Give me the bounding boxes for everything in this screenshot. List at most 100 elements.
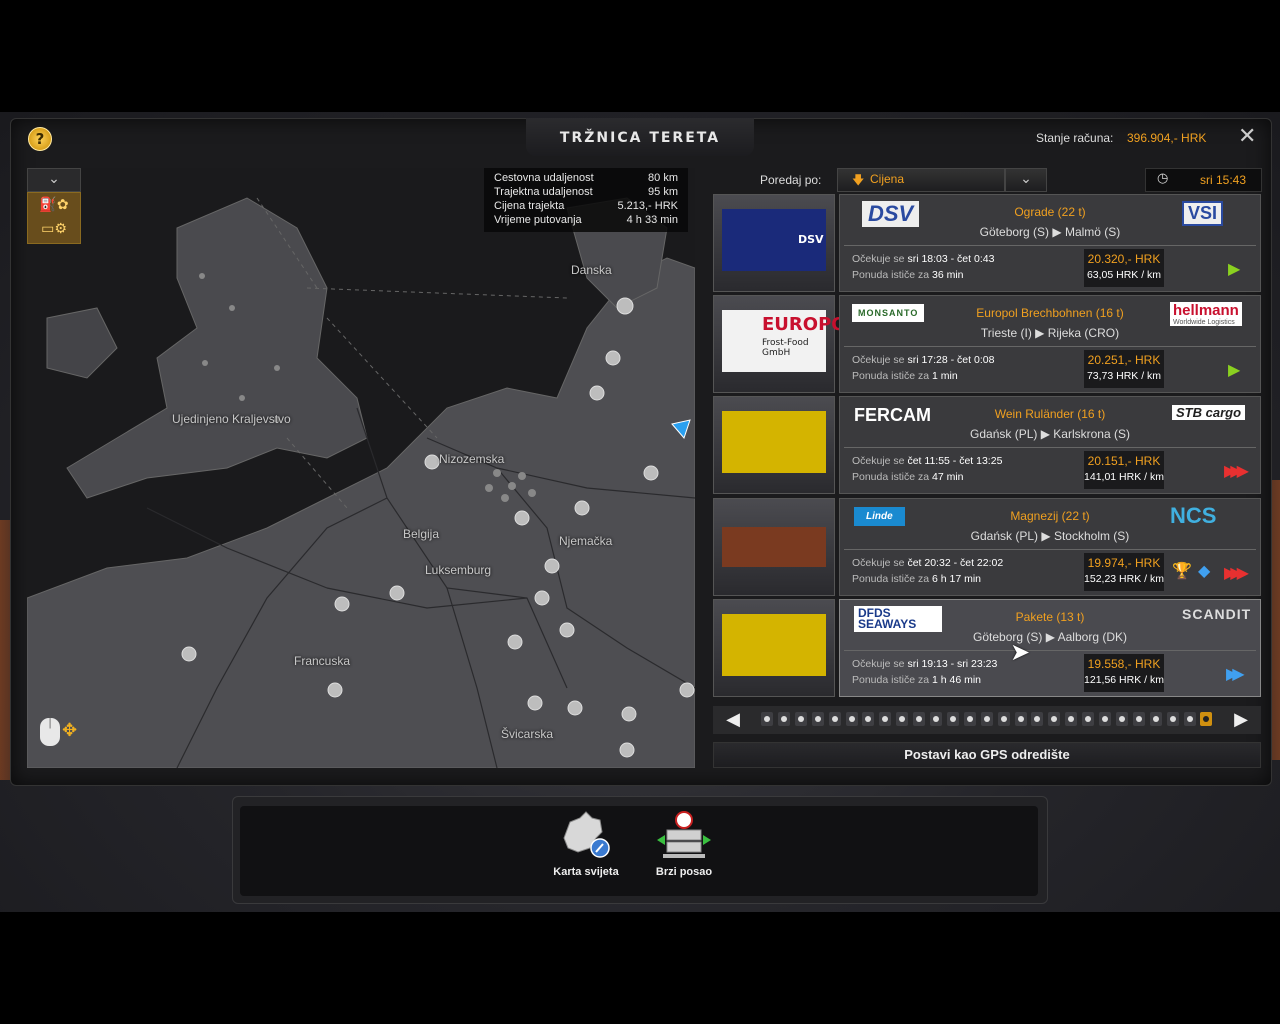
pager-prev-icon[interactable]: ◀ — [713, 706, 753, 734]
job-offer-2[interactable]: EUROPOL Frost-Food GmbH MONSANTO hellman… — [713, 295, 1261, 393]
offer-label: Ponuda ističe za — [852, 370, 930, 382]
pager-dot[interactable] — [1200, 712, 1213, 726]
trailer-image — [713, 599, 835, 697]
world-map-button[interactable] — [556, 808, 616, 860]
pager-dot[interactable] — [811, 712, 824, 726]
offer-value: 47 min — [931, 471, 964, 483]
offer-expiry: Ponuda ističe za 1 h 46 min — [852, 674, 981, 686]
ferry-price-label: Cijena trajekta — [494, 200, 565, 212]
recipient-logo: SCANDIT — [1182, 606, 1252, 622]
balance-label: Stanje računa: — [1036, 131, 1114, 145]
route-to: Malmö (S) — [1064, 225, 1121, 239]
quick-job-icon — [657, 811, 711, 858]
job-card[interactable]: MONSANTO hellmann Worldwide Logistics Eur… — [839, 295, 1261, 393]
pager-dot[interactable] — [946, 712, 959, 726]
expected-value: čet 20:32 - čet 22:02 — [907, 557, 1004, 569]
recipient-name: hellmann — [1173, 302, 1239, 319]
cargo-name: Wein Ruländer (16 t) — [994, 407, 1106, 421]
road-distance-value: 80 km — [648, 172, 678, 184]
close-icon[interactable]: ✕ — [1238, 126, 1256, 148]
route-from: Göteborg (S) — [979, 225, 1050, 239]
sort-label: Poredaj po: — [760, 173, 822, 187]
expected-label: Očekuje se — [852, 354, 905, 366]
pager-dot[interactable] — [761, 712, 773, 726]
recipient-sub: Worldwide Logistics — [1173, 319, 1235, 326]
pager-dot[interactable] — [1132, 712, 1145, 726]
pager-dot[interactable] — [930, 712, 942, 726]
pager-dot[interactable] — [997, 712, 1010, 726]
job-offer-1[interactable]: DSV DSV VSI Ograde (22 t) Göteborg (S) ▶… — [713, 194, 1261, 292]
pager-dot[interactable] — [879, 712, 892, 726]
chevron-down-icon: ⌄ — [48, 171, 60, 187]
trailer-sub: Frost-Food GmbH — [762, 338, 809, 358]
ferry-distance-label: Trajektna udaljenost — [494, 186, 593, 198]
job-card-selected[interactable]: DFDS SEAWAYS SCANDIT Pakete (13 t) Göteb… — [839, 599, 1261, 697]
expected-time: Očekuje se sri 19:13 - sri 23:23 — [852, 658, 997, 670]
offer-expiry: Ponuda ističe za 6 h 17 min — [852, 573, 981, 585]
world-map-icon — [563, 811, 610, 858]
job-offer-5[interactable]: DFDS SEAWAYS SCANDIT Pakete (13 t) Göteb… — [713, 599, 1261, 697]
price-per-km: 141,01 HRK / km — [1084, 471, 1164, 483]
mouse-cursor-icon: ➤ — [1010, 638, 1031, 666]
job-card[interactable]: FERCAM STB cargo Wein Ruländer (16 t) Gd… — [839, 396, 1261, 494]
urgency-blue-arrow-icon: ▶▶ — [1226, 664, 1244, 683]
quick-job-button[interactable] — [655, 810, 713, 860]
pager-dot[interactable] — [862, 712, 875, 726]
trailer-body — [722, 614, 826, 676]
job-offer-4[interactable]: Linde NCS Magnezij (22 t) Gdańsk (PL) ▶ … — [713, 498, 1261, 596]
job-offer-3[interactable]: FERCAM STB cargo Wein Ruländer (16 t) Gd… — [713, 396, 1261, 494]
company-logo: Linde — [854, 507, 905, 526]
trailer-body — [722, 411, 826, 473]
map-filter-button[interactable]: ⛽✿ ▭⚙ — [27, 192, 81, 244]
expected-time: Očekuje se sri 17:28 - čet 0:08 — [852, 354, 994, 366]
page-title: TRŽNICA TERETA — [559, 130, 721, 146]
pager-dot[interactable] — [913, 712, 926, 726]
pager-dot[interactable] — [1183, 712, 1196, 726]
price: 20.251,- HRK — [1087, 353, 1161, 367]
offer-value: 6 h 17 min — [931, 573, 982, 585]
pager-dot[interactable] — [1048, 712, 1061, 726]
offer-expiry: Ponuda ističe za 1 min — [852, 370, 958, 382]
pager-dot[interactable] — [1099, 712, 1111, 726]
pager-dot[interactable] — [777, 712, 790, 726]
route-from: Gdańsk (PL) — [970, 529, 1039, 543]
trailer-image — [713, 396, 835, 494]
pager-dot[interactable] — [1115, 712, 1128, 726]
map-filter-icon: ⛽✿ ▭⚙ — [39, 197, 69, 237]
expected-time: Očekuje se sri 18:03 - čet 0:43 — [852, 253, 994, 265]
company-logo: DSV — [862, 201, 920, 227]
pager-dot[interactable] — [1031, 712, 1044, 726]
pager-dot[interactable] — [980, 712, 993, 726]
map-collapse-button[interactable]: ⌄ — [27, 168, 81, 192]
pager-dot[interactable] — [828, 712, 841, 726]
map-view[interactable]: Danska Ujedinjeno Kraljevstvo Nizozemska… — [27, 168, 695, 768]
pager-dot[interactable] — [963, 712, 976, 726]
pager-dot[interactable] — [1082, 712, 1095, 726]
pager-next-icon[interactable]: ▶ — [1221, 706, 1261, 734]
cargo-name: Pakete (13 t) — [1015, 610, 1085, 624]
job-card[interactable]: DSV VSI Ograde (22 t) Göteborg (S) ▶ Mal… — [839, 194, 1261, 292]
cargo-name: Ograde (22 t) — [1014, 205, 1086, 219]
pager-dot[interactable] — [794, 712, 807, 726]
pager-dot[interactable] — [1149, 712, 1162, 726]
route-arrow-icon: ▶ — [1041, 529, 1051, 543]
pager-dot[interactable] — [1065, 712, 1078, 726]
help-icon[interactable]: ? — [28, 127, 52, 151]
route-from: Trieste (I) — [980, 326, 1032, 340]
map-label-belgija: Belgija — [403, 527, 440, 541]
route-arrow-icon: ▶ — [1045, 630, 1055, 644]
sort-dropdown-button[interactable]: ⌄ — [1005, 168, 1047, 192]
set-gps-label: Postavi kao GPS odredište — [904, 747, 1070, 762]
pager-dot[interactable] — [845, 712, 858, 726]
urgency-green-arrow-icon: ▶ — [1228, 259, 1241, 278]
sort-value: Cijena — [870, 172, 905, 186]
road-distance-label: Cestovna udaljenost — [494, 172, 594, 184]
pager-dot[interactable] — [896, 712, 909, 726]
job-card[interactable]: Linde NCS Magnezij (22 t) Gdańsk (PL) ▶ … — [839, 498, 1261, 596]
pager-dot[interactable] — [1014, 712, 1027, 726]
divider — [844, 650, 1256, 651]
pager-dot[interactable] — [1166, 712, 1179, 726]
route: Trieste (I) ▶ Rijeka (CRO) — [930, 326, 1170, 340]
offer-expiry: Ponuda ističe za 36 min — [852, 269, 964, 281]
divider — [844, 549, 1256, 550]
